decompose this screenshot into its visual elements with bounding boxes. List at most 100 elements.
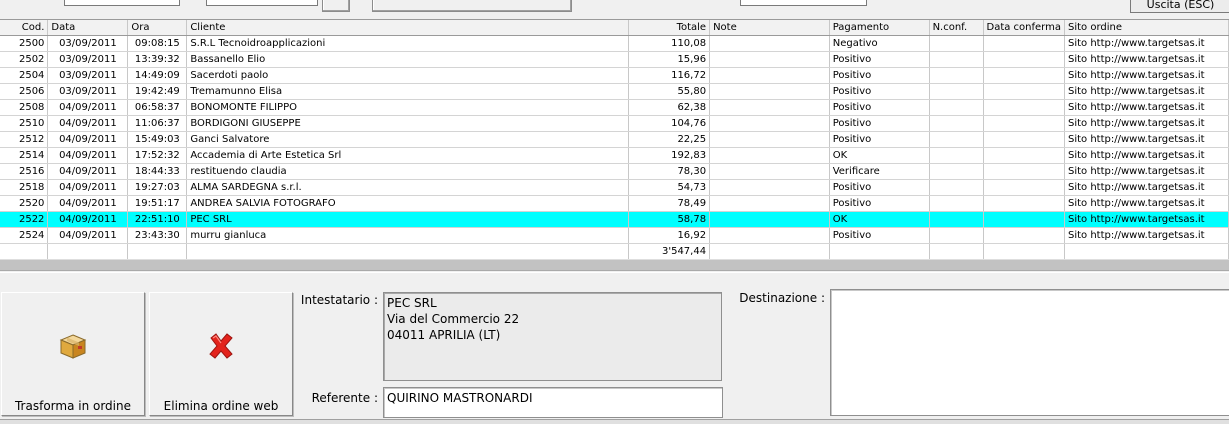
filter-field-1[interactable]	[64, 0, 180, 6]
destinazione-field[interactable]	[830, 289, 1229, 416]
cell-note	[709, 99, 830, 116]
grand-total: 3'547,44	[628, 243, 711, 260]
cell-cod: 2504	[0, 67, 49, 84]
cell-cliente: ANDREA SALVIA FOTOGRAFO	[186, 195, 630, 212]
orders-grid[interactable]: Cod. Data Ora Cliente Totale Note Pagame…	[0, 19, 1229, 261]
cell-data: 04/09/2011	[47, 147, 129, 164]
table-row[interactable]: 2500 03/09/2011 09:08:15 S.R.L Tecnoidroapp…	[0, 35, 1229, 52]
table-row[interactable]: 2504 03/09/2011 14:49:09 Sacerdoti paolo 116…	[0, 67, 1229, 84]
convert-to-order-button[interactable]: Trasforma in ordine	[1, 292, 145, 416]
cell-nconf	[929, 179, 984, 196]
cell-cod: 2502	[0, 51, 49, 68]
column-header-cod[interactable]: Cod.	[0, 20, 49, 36]
cell-ora: 17:52:32	[127, 147, 188, 164]
cell-nconf	[929, 115, 984, 132]
total-empty-cell	[47, 243, 129, 260]
table-row[interactable]: 2516 04/09/2011 18:44:33 restituendo claudi…	[0, 163, 1229, 180]
cell-nconf	[929, 67, 984, 84]
table-row[interactable]: 2522 04/09/2011 22:51:10 PEC SRL 58,78 OK Sito…	[0, 211, 1229, 228]
filter-dropdown-button[interactable]	[322, 0, 350, 12]
cell-pagamento: Verificare	[829, 163, 930, 180]
cell-cliente: Accademia di Arte Estetica Srl	[186, 147, 630, 164]
cell-pagamento: Positivo	[829, 131, 930, 148]
column-header-ora[interactable]: Ora	[127, 20, 188, 36]
cell-data: 03/09/2011	[47, 51, 129, 68]
cell-data: 04/09/2011	[47, 227, 129, 244]
cell-pagamento: Positivo	[829, 67, 930, 84]
cell-pagamento: Positivo	[829, 179, 930, 196]
cell-data: 04/09/2011	[47, 211, 129, 228]
cell-totale: 55,80	[628, 83, 711, 100]
table-row[interactable]: 2506 03/09/2011 19:42:49 Tremamunno Elisa 55…	[0, 83, 1229, 100]
cell-dataconf	[983, 195, 1065, 212]
filter-field-2[interactable]	[206, 0, 318, 6]
toolbar-button[interactable]	[372, 0, 572, 12]
delete-web-order-button[interactable]: Elimina ordine web	[149, 292, 293, 416]
cell-totale: 110,08	[628, 35, 711, 52]
cell-ora: 19:27:03	[127, 179, 188, 196]
cell-pagamento: OK	[829, 147, 930, 164]
cell-totale: 22,25	[628, 131, 711, 148]
table-row[interactable]: 2512 04/09/2011 15:49:03 Ganci Salvatore 22,…	[0, 131, 1229, 148]
intestatario-field[interactable]: PEC SRL Via del Commercio 22 04011 APRIL…	[383, 292, 722, 381]
column-header-data-conferma[interactable]: Data conferma	[983, 20, 1065, 36]
cell-cliente: Bassanello Elio	[186, 51, 630, 68]
cell-cliente: S.R.L Tecnoidroapplicazioni	[186, 35, 630, 52]
cell-ora: 13:39:32	[127, 51, 188, 68]
cell-dataconf	[983, 131, 1065, 148]
column-header-pagamento[interactable]: Pagamento	[829, 20, 930, 36]
orders-table: Cod. Data Ora Cliente Totale Note Pagame…	[0, 20, 1229, 260]
cell-cod: 2508	[0, 99, 49, 116]
column-header-nconf[interactable]: N.conf.	[929, 20, 984, 36]
cell-dataconf	[983, 147, 1065, 164]
table-row[interactable]: 2508 04/09/2011 06:58:37 BONOMONTE FILIPPO 6…	[0, 99, 1229, 116]
table-row[interactable]: 2524 04/09/2011 23:43:30 murru gianluca 16,9…	[0, 227, 1229, 244]
column-header-sito-ordine[interactable]: Sito ordine	[1064, 20, 1229, 36]
cell-cliente: PEC SRL	[186, 211, 630, 228]
column-header-note[interactable]: Note	[709, 20, 830, 36]
cell-cliente: ALMA SARDEGNA s.r.l.	[186, 179, 630, 196]
filter-field-3[interactable]	[740, 0, 867, 6]
totals-row: 3'547,44	[0, 243, 1229, 260]
cell-data: 03/09/2011	[47, 35, 129, 52]
cell-sito: Sito http://www.targetsas.it	[1064, 195, 1229, 212]
column-header-totale[interactable]: Totale	[628, 20, 711, 36]
cell-data: 04/09/2011	[47, 179, 129, 196]
cell-note	[709, 211, 830, 228]
horizontal-scrollbar[interactable]	[0, 259, 1229, 271]
total-empty-cell	[929, 243, 984, 260]
cell-dataconf	[983, 99, 1065, 116]
cell-totale: 62,38	[628, 99, 711, 116]
cell-cliente: BORDIGONI GIUSEPPE	[186, 115, 630, 132]
cell-dataconf	[983, 51, 1065, 68]
cell-ora: 19:51:17	[127, 195, 188, 212]
scrollbar-thumb[interactable]	[0, 259, 1229, 270]
column-header-cliente[interactable]: Cliente	[186, 20, 630, 36]
cell-nconf	[929, 163, 984, 180]
cell-note	[709, 115, 830, 132]
cell-ora: 06:58:37	[127, 99, 188, 116]
column-header-data[interactable]: Data	[47, 20, 129, 36]
intestatario-line: PEC SRL	[387, 296, 437, 310]
cell-dataconf	[983, 67, 1065, 84]
cell-nconf	[929, 83, 984, 100]
table-row[interactable]: 2510 04/09/2011 11:06:37 BORDIGONI GIUSEPPE…	[0, 115, 1229, 132]
cell-note	[709, 131, 830, 148]
table-row[interactable]: 2520 04/09/2011 19:51:17 ANDREA SALVIA FOTO…	[0, 195, 1229, 212]
exit-button[interactable]: Uscita (ESC)	[1130, 0, 1229, 13]
referente-field[interactable]: QUIRINO MASTRONARDI	[383, 387, 723, 418]
table-row[interactable]: 2502 03/09/2011 13:39:32 Bassanello Elio 15,…	[0, 51, 1229, 68]
cell-sito: Sito http://www.targetsas.it	[1064, 227, 1229, 244]
cell-totale: 78,30	[628, 163, 711, 180]
cell-cliente: Ganci Salvatore	[186, 131, 630, 148]
delete-x-icon	[209, 333, 233, 359]
cell-ora: 19:42:49	[127, 83, 188, 100]
total-empty-cell	[829, 243, 930, 260]
cell-totale: 192,83	[628, 147, 711, 164]
cell-totale: 15,96	[628, 51, 711, 68]
table-row[interactable]: 2518 04/09/2011 19:27:03 ALMA SARDEGNA s.r.…	[0, 179, 1229, 196]
cell-data: 04/09/2011	[47, 131, 129, 148]
cell-nconf	[929, 211, 984, 228]
cell-dataconf	[983, 227, 1065, 244]
table-row[interactable]: 2514 04/09/2011 17:52:32 Accademia di Arte …	[0, 147, 1229, 164]
